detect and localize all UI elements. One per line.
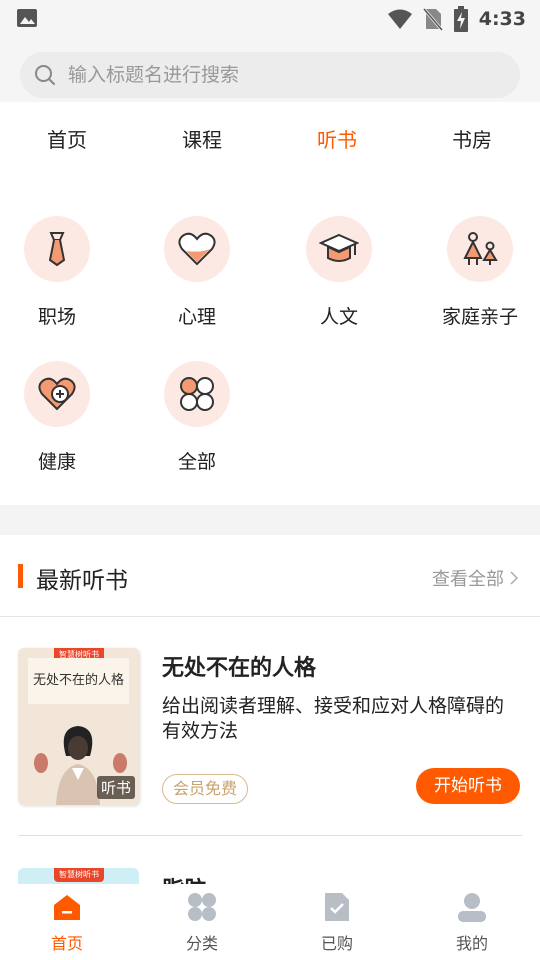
member-free-tag: 会员免费	[162, 774, 249, 804]
category-label: 健康	[37, 451, 76, 473]
top-tabs: 首页 课程 听书 书房	[0, 102, 540, 178]
chevron-right-icon	[510, 571, 518, 585]
category-label: 心理	[177, 306, 216, 328]
category-humanities[interactable]: 人文	[279, 216, 399, 329]
category-label: 全部	[177, 451, 216, 473]
nav-label: 首页	[50, 934, 83, 953]
purchased-icon	[322, 892, 352, 922]
accent-bar	[18, 564, 23, 588]
health-heart-icon	[24, 361, 90, 427]
search-input[interactable]	[68, 60, 488, 90]
nav-purchased[interactable]: 已购	[287, 892, 387, 954]
view-all-link[interactable]: 查看全部	[432, 565, 518, 591]
profile-icon	[457, 892, 487, 922]
nav-profile[interactable]: 我的	[422, 892, 522, 954]
latest-audiobooks-header: 最新听书 查看全部	[0, 535, 540, 617]
tie-icon	[24, 216, 90, 282]
nav-label: 我的	[455, 934, 488, 953]
category-psychology[interactable]: 心理	[137, 216, 257, 329]
nav-label: 已购	[320, 934, 353, 953]
bottom-nav: 首页 分类 已购 我的	[0, 884, 540, 960]
start-listening-button[interactable]: 开始听书	[416, 768, 520, 804]
tab-audiobooks[interactable]: 听书	[287, 124, 387, 153]
wifi-icon	[387, 9, 412, 29]
tab-courses[interactable]: 课程	[152, 124, 252, 153]
nav-home[interactable]: 首页	[17, 892, 117, 954]
family-icon	[447, 216, 513, 282]
no-sim-icon	[422, 8, 443, 31]
view-all-label: 查看全部	[432, 569, 504, 590]
tab-study[interactable]: 书房	[422, 124, 522, 153]
cover-badge: 智慧树听书	[54, 868, 104, 882]
search-area	[0, 38, 540, 102]
home-icon	[52, 892, 82, 922]
nav-label: 分类	[185, 934, 218, 953]
category-label: 职场	[37, 306, 76, 328]
heart-icon	[164, 216, 230, 282]
book-cover: 智慧树听书 无处不在的人格 听书	[18, 648, 139, 805]
book-description: 给出阅读者理解、接受和应对人格障碍的有效方法	[162, 695, 505, 742]
status-time: 4:33	[478, 8, 526, 30]
category-label: 家庭亲子	[441, 306, 518, 328]
section-divider	[0, 505, 540, 535]
battery-charging-icon	[453, 6, 468, 32]
tab-home[interactable]: 首页	[17, 124, 117, 153]
graduation-cap-icon	[306, 216, 372, 282]
section-title: 最新听书	[36, 568, 128, 594]
category-label: 人文	[319, 306, 358, 328]
book-card[interactable]: 智慧树听书 无处不在的人格 听书 无处不在的人格 给出阅读者理解、接受和应对人格…	[18, 648, 522, 836]
category-health[interactable]: 健康	[0, 361, 117, 474]
search-box[interactable]	[20, 52, 520, 98]
category-family[interactable]: 家庭亲子	[420, 216, 540, 329]
grid-icon	[164, 361, 230, 427]
cover-tag: 听书	[96, 776, 135, 799]
category-all[interactable]: 全部	[137, 361, 257, 474]
status-bar: 4:33	[0, 0, 540, 38]
search-icon	[35, 65, 55, 85]
category-icon	[187, 892, 217, 922]
book-title: 无处不在的人格	[162, 656, 317, 681]
category-career[interactable]: 职场	[0, 216, 117, 329]
image-icon	[17, 9, 37, 27]
cover-title: 无处不在的人格	[28, 658, 129, 704]
nav-category[interactable]: 分类	[152, 892, 252, 954]
